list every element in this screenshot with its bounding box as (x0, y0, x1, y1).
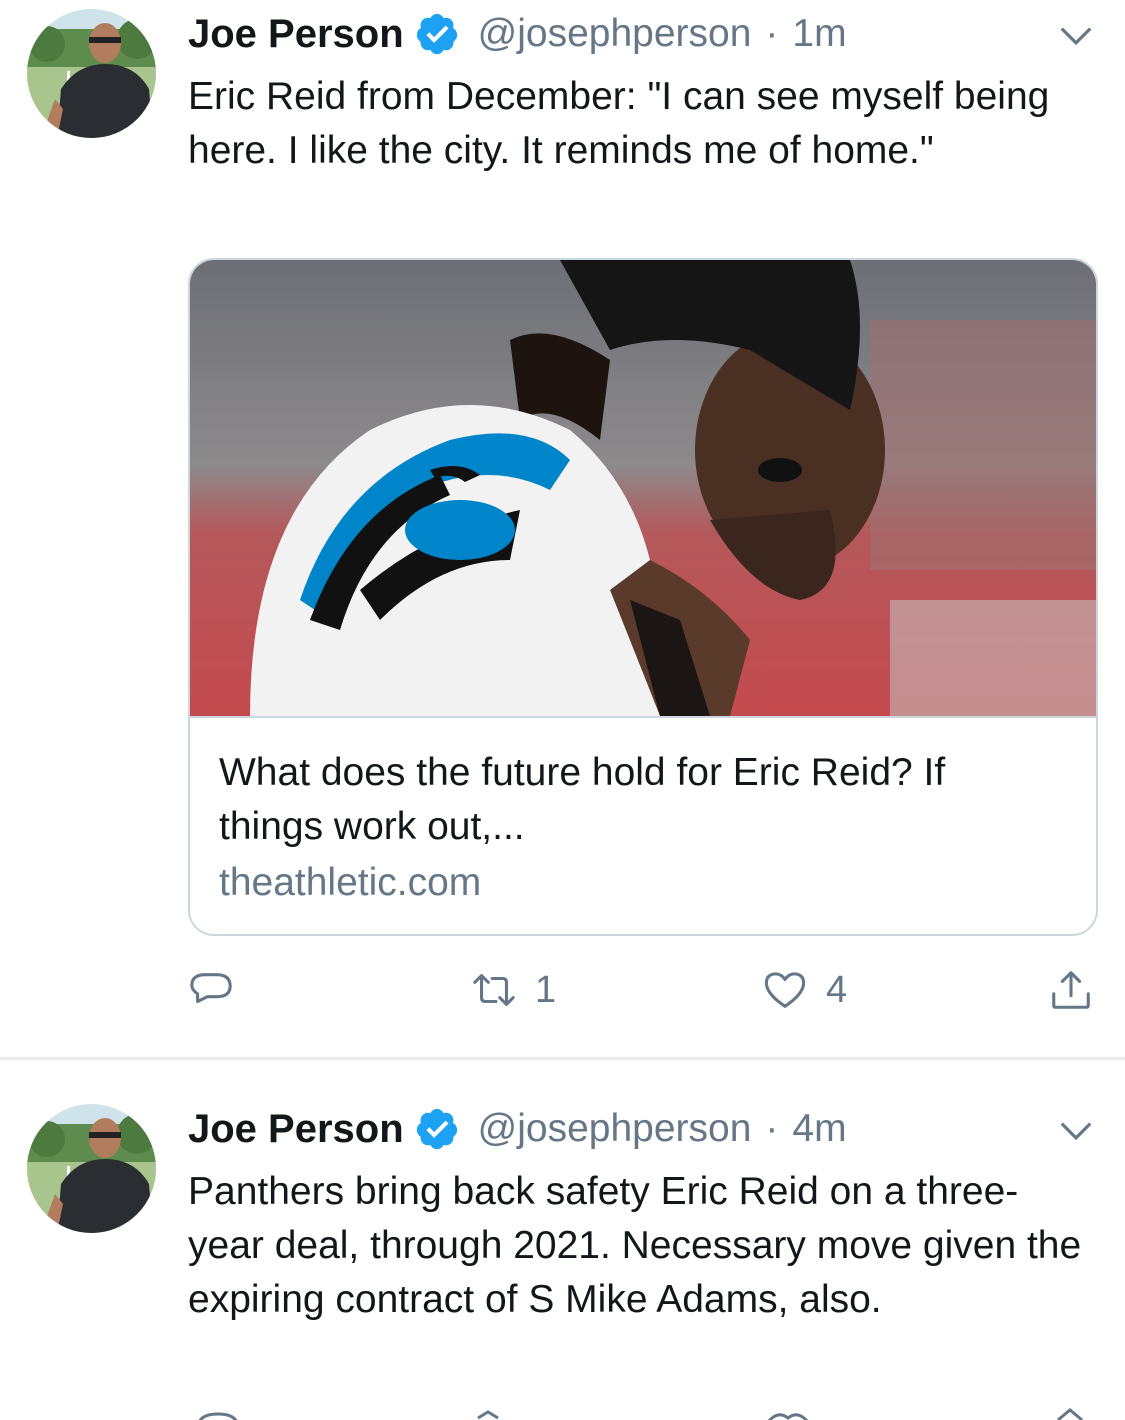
like-button[interactable]: 4 (762, 962, 847, 1018)
timestamp[interactable]: 4m (792, 1107, 846, 1151)
separator-dot: · (765, 1107, 779, 1150)
share-button[interactable] (1048, 962, 1094, 1018)
tweet-header: Joe Person @josephperson · 1m (188, 9, 847, 59)
avatar-image (27, 1104, 156, 1233)
timestamp[interactable]: 1m (792, 12, 846, 56)
tweet-text: Eric Reid from December: "I can see myse… (188, 75, 1050, 172)
handle[interactable]: @josephperson (478, 1107, 752, 1151)
like-count: 4 (826, 968, 848, 1011)
reply-button[interactable] (188, 962, 234, 1018)
tweet-actions: 1 4 (188, 962, 1098, 1018)
reply-icon (190, 973, 232, 1004)
avatar-image (27, 9, 156, 138)
card-title: What does the future hold for Eric Reid?… (219, 751, 946, 848)
card-domain: theathletic.com (219, 861, 482, 904)
chevron-down-icon[interactable] (1057, 16, 1095, 54)
share-icon (1052, 971, 1090, 1009)
handle[interactable]: @josephperson (478, 12, 752, 56)
card-image (190, 260, 1096, 718)
avatar[interactable] (27, 1104, 156, 1233)
tweet[interactable]: Joe Person @josephperson · 4m Panthers b… (0, 1060, 1125, 1420)
tweet-actions (188, 1408, 1098, 1420)
action-icons-cropped (198, 1408, 1083, 1420)
tweet-header: Joe Person @josephperson · 4m (188, 1104, 847, 1154)
display-name[interactable]: Joe Person (188, 1107, 404, 1152)
retweet-icon (473, 974, 515, 1006)
chevron-down-icon[interactable] (1057, 1111, 1095, 1149)
tweet[interactable]: Joe Person @josephperson · 1m Eric Reid … (0, 0, 1125, 1058)
display-name[interactable]: Joe Person (188, 12, 404, 57)
avatar[interactable] (27, 9, 156, 138)
verified-badge-icon (416, 13, 457, 55)
retweet-button[interactable]: 1 (471, 962, 556, 1018)
retweet-count: 1 (535, 968, 557, 1011)
heart-icon (764, 972, 806, 1008)
tweet-text: Panthers bring back safety Eric Reid on … (188, 1170, 1082, 1321)
verified-badge-icon (416, 1108, 457, 1150)
link-card[interactable]: What does the future hold for Eric Reid?… (188, 258, 1098, 936)
separator-dot: · (765, 12, 779, 55)
